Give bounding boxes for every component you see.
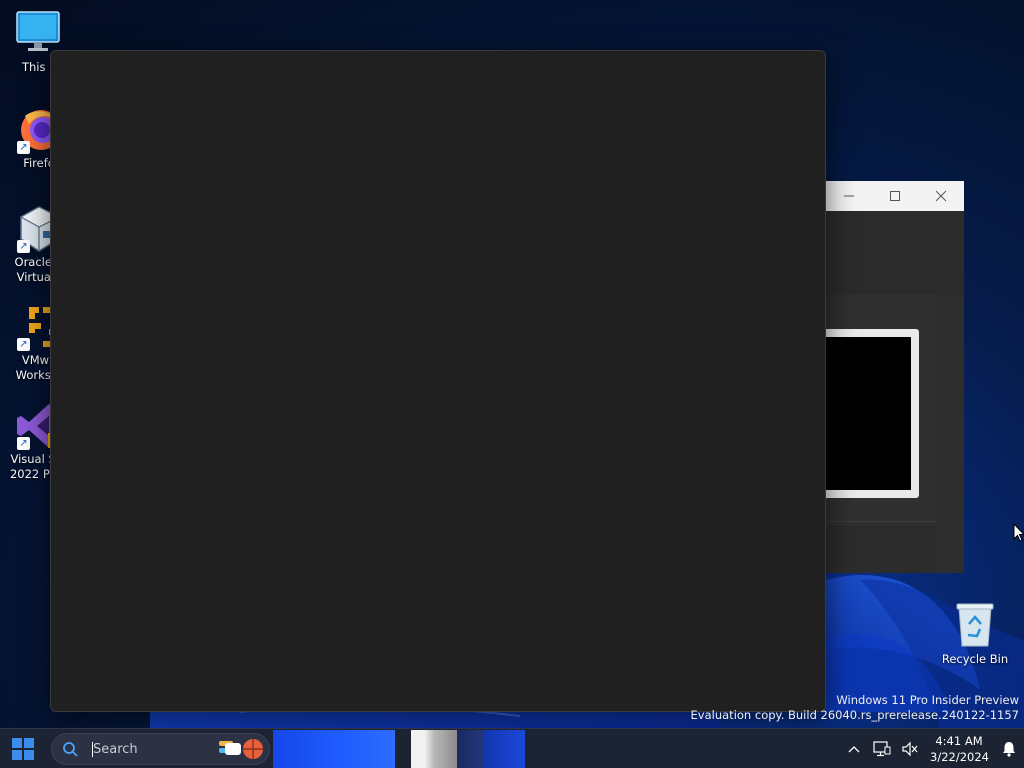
maximize-button[interactable] [872, 181, 918, 211]
taskbar: Search 4:41 AM 3/22/2024 [0, 728, 1024, 768]
volume-button[interactable] [896, 729, 924, 768]
shortcut-arrow-icon: ↗ [17, 437, 30, 450]
taskbar-app-3[interactable] [457, 730, 483, 768]
watermark-line-1: Windows 11 Pro Insider Preview [836, 693, 1019, 707]
network-button[interactable] [868, 729, 896, 768]
minimize-icon [844, 195, 854, 197]
background-window-sidebar [936, 295, 964, 573]
recycle-bin-label: Recycle Bin [941, 652, 1009, 666]
search-icon [63, 742, 78, 757]
search-placeholder: Search [93, 741, 138, 757]
start-button[interactable] [4, 731, 42, 767]
notifications-button[interactable] [994, 729, 1024, 768]
network-display-icon [873, 741, 891, 757]
speaker-muted-icon [902, 741, 918, 757]
desktop-icon-recycle-bin[interactable]: Recycle Bin [938, 602, 1012, 667]
taskbar-clock[interactable]: 4:41 AM 3/22/2024 [924, 733, 994, 765]
maximize-icon [890, 191, 900, 201]
shortcut-arrow-icon: ↗ [17, 240, 30, 253]
shortcut-arrow-icon: ↗ [17, 141, 30, 154]
search-highlight-icon[interactable] [217, 737, 265, 761]
taskbar-app-4[interactable] [483, 730, 525, 768]
bell-icon [1003, 742, 1015, 757]
clock-time: 4:41 AM [935, 734, 983, 748]
system-tray: 4:41 AM 3/22/2024 [840, 729, 1024, 768]
mouse-cursor [1013, 522, 1024, 546]
blank-app-window[interactable] [50, 50, 826, 712]
windows-logo-icon [12, 738, 34, 760]
show-hidden-icons-button[interactable] [840, 729, 868, 768]
minimize-button[interactable] [826, 181, 872, 211]
taskbar-app-1[interactable] [273, 730, 395, 768]
close-button[interactable] [918, 181, 964, 211]
evaluation-watermark: Windows 11 Pro Insider Preview Evaluatio… [691, 693, 1019, 723]
taskbar-app-2[interactable] [411, 730, 457, 768]
watermark-line-2: Evaluation copy. Build 26040.rs_prerelea… [690, 708, 1019, 722]
chevron-up-icon [848, 746, 860, 753]
clock-date: 3/22/2024 [930, 750, 989, 764]
close-icon [935, 190, 947, 202]
shortcut-arrow-icon: ↗ [17, 338, 30, 351]
recycle-bin-icon [955, 602, 995, 648]
